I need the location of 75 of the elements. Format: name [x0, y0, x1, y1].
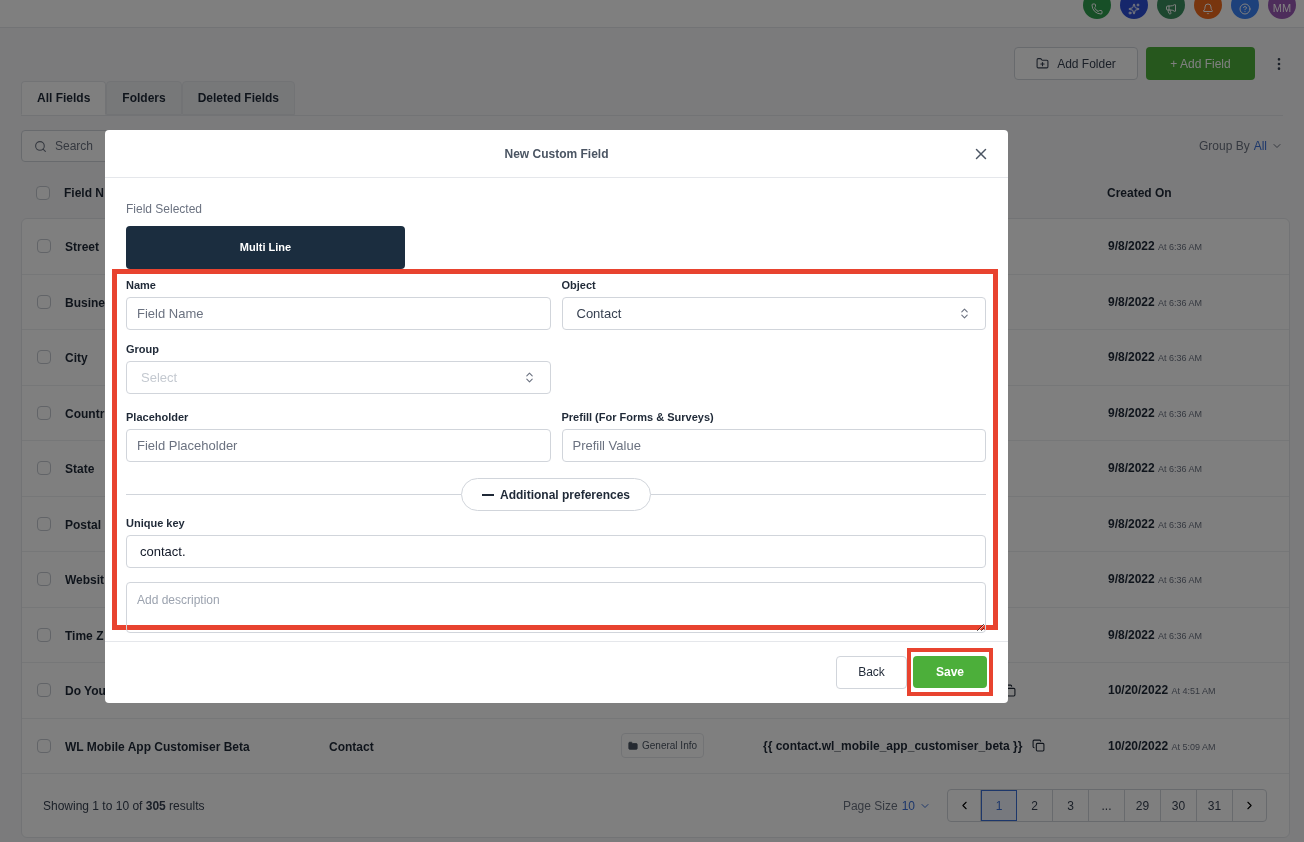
search-icon	[34, 139, 47, 153]
page-button[interactable]: 31	[1197, 790, 1233, 821]
table-cell-text: 9/8/2022 At 6:36 AM	[1108, 460, 1203, 478]
table-cell: Busine	[65, 295, 105, 310]
page-button[interactable]: 29	[1125, 790, 1161, 821]
add-folder-button[interactable]: Add Folder	[1014, 47, 1138, 80]
folder-icon	[628, 740, 638, 751]
table-cell-text: 9/8/2022 At 6:36 AM	[1108, 626, 1203, 644]
checkbox[interactable]	[37, 350, 51, 365]
field-label: Object	[561, 278, 597, 292]
table-cell-text: 9/8/2022 At 6:36 AM	[1108, 515, 1203, 533]
table-cell: Contact	[329, 739, 374, 754]
table-cell-text: 10/20/2022 At 4:51 AM	[1108, 682, 1216, 700]
checkbox[interactable]	[37, 738, 51, 753]
checkbox[interactable]	[37, 683, 51, 698]
checkbox[interactable]	[37, 294, 51, 309]
page-button[interactable]: 30	[1161, 790, 1197, 821]
table-cell: Do You	[65, 684, 106, 699]
page-size-dropdown[interactable]: Page Size 10	[842, 796, 931, 815]
page-button[interactable]: ...	[1089, 790, 1125, 821]
table-cell-text: 9/8/2022 At 6:36 AM	[1108, 404, 1203, 422]
field-label: Prefill (For Forms & Surveys)	[561, 410, 715, 424]
folder-tag: General Info	[621, 733, 705, 759]
input-field[interactable]: Prefill Value	[561, 429, 986, 462]
tab[interactable]: All Fields	[21, 81, 107, 115]
description-field[interactable]: Add description	[126, 582, 986, 633]
table-cell-text: 9/8/2022 At 6:36 AM	[1108, 238, 1203, 256]
checkbox[interactable]	[37, 627, 51, 642]
user-avatar[interactable]: MM	[1268, 0, 1296, 19]
additional-preferences-button[interactable]: Additional preferences	[461, 478, 651, 511]
checkbox[interactable]	[37, 239, 51, 254]
field-label: Group	[126, 342, 160, 356]
tab[interactable]: Deleted Fields	[181, 81, 296, 115]
table-cell: City	[65, 351, 88, 366]
folder-plus-icon	[1036, 57, 1050, 70]
results-summary: Showing 1 to 10 of 305 results	[43, 797, 205, 815]
input-field[interactable]: Field Name	[126, 297, 551, 330]
checkbox[interactable]	[37, 516, 51, 531]
input-field[interactable]: Field Placeholder	[126, 429, 551, 462]
field-label: Placeholder	[126, 410, 190, 424]
section-label: Field Selected	[126, 201, 204, 218]
input-field[interactable]: contact.	[126, 535, 986, 568]
table-cell: Street	[65, 240, 99, 255]
page-button[interactable]: 2	[1017, 790, 1053, 821]
modal-title: New Custom Field	[504, 145, 609, 163]
table-cell-text: 9/8/2022 At 6:36 AM	[1108, 571, 1203, 589]
checkbox[interactable]	[37, 405, 51, 420]
add-field-button[interactable]: + Add Field	[1146, 47, 1255, 80]
checkbox[interactable]	[36, 186, 50, 200]
save-button[interactable]: Save	[913, 656, 987, 688]
checkbox[interactable]	[37, 572, 51, 587]
select-field[interactable]: Contact	[561, 297, 986, 330]
table-cell: Websit	[65, 573, 105, 588]
minus-icon	[482, 493, 494, 496]
field-label: Unique key	[126, 516, 186, 530]
group-by-dropdown[interactable]: Group By All	[1198, 137, 1283, 155]
field-label: Name	[126, 278, 157, 292]
table-cell: Postal	[65, 517, 101, 532]
field-type-button[interactable]: Multi Line	[126, 226, 405, 269]
table-cell: Time Z	[65, 628, 104, 643]
table-cell-text: 9/8/2022 At 6:36 AM	[1108, 293, 1203, 311]
table-cell-text: 10/20/2022 At 5:09 AM	[1108, 737, 1216, 755]
page-button[interactable]: 3	[1053, 790, 1089, 821]
table-cell: Countr	[65, 406, 105, 421]
column-header: Created On	[1107, 185, 1172, 202]
table-cell: WL Mobile App Customiser Beta	[65, 739, 250, 754]
column-header: Field N	[64, 185, 105, 202]
back-button[interactable]: Back	[836, 655, 907, 689]
table-cell-text: {{ contact.wl_mobile_app_customiser_beta }}	[763, 737, 1023, 755]
tab[interactable]: Folders	[106, 81, 182, 115]
checkbox[interactable]	[37, 461, 51, 476]
table-cell-text: 9/8/2022 At 6:36 AM	[1108, 349, 1203, 367]
page-button[interactable]: 1	[981, 790, 1017, 821]
chevron-updown-icon	[958, 307, 971, 320]
table-cell: State	[65, 462, 95, 477]
